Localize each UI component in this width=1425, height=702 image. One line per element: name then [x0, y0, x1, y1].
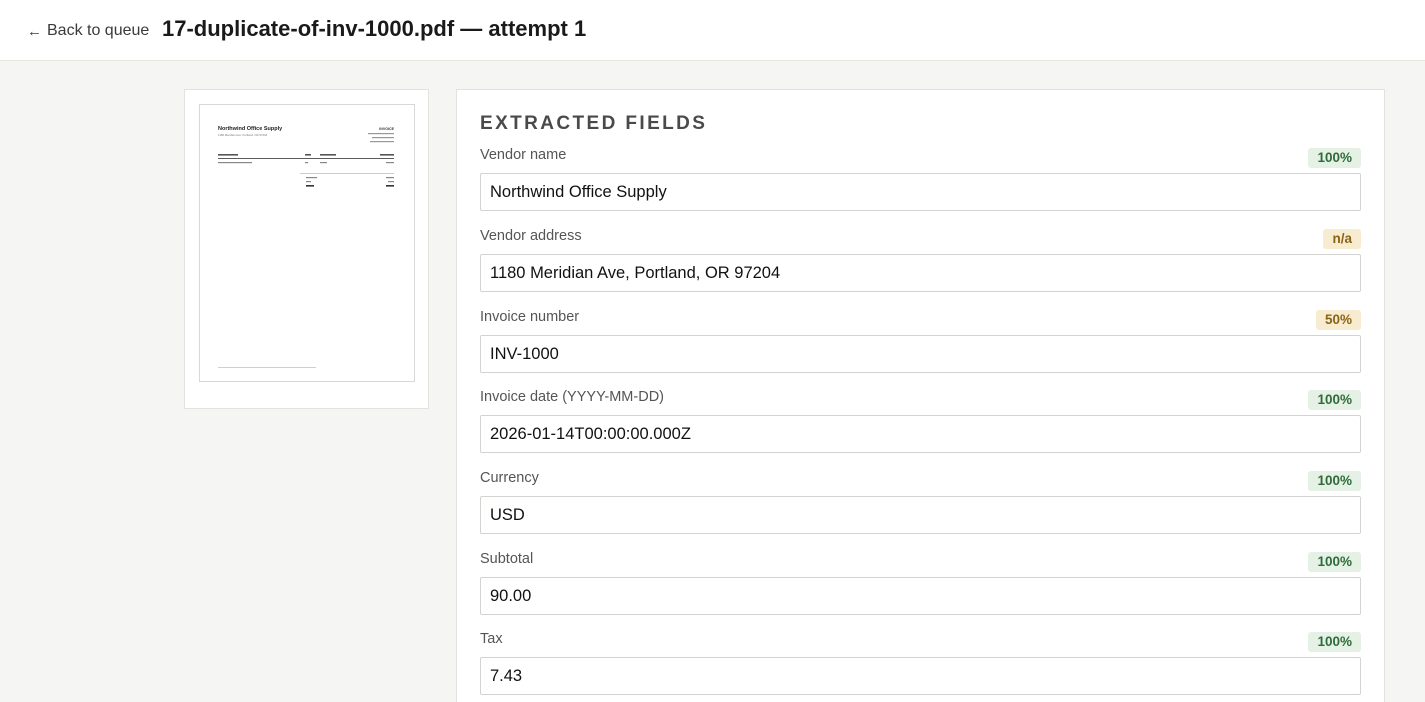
preview-meta-lines	[368, 133, 394, 143]
confidence-badge: 100%	[1308, 471, 1361, 491]
preview-address: 1180 Meridian Ave, Portland, OR 97204	[218, 133, 268, 137]
preview-vendor: Northwind Office Supply	[218, 126, 283, 132]
preview-footer-line	[218, 367, 316, 368]
arrow-left-icon: ←	[27, 22, 42, 40]
page-title: 17-duplicate-of-inv-1000.pdf — attempt 1	[162, 16, 587, 41]
back-to-queue-link[interactable]: ← Back to queue	[27, 22, 149, 40]
preview-totals	[306, 177, 394, 187]
vendor-address-input[interactable]	[480, 254, 1361, 292]
pdf-page-render: Northwind Office Supply 1180 Meridian Av…	[218, 126, 395, 368]
subtotal-input[interactable]	[480, 577, 1361, 615]
field-subtotal: Subtotal 100%	[480, 551, 1361, 615]
confidence-badge: n/a	[1323, 229, 1361, 249]
confidence-badge: 100%	[1308, 552, 1361, 572]
preview-table-rule	[218, 158, 394, 159]
back-to-queue-label: Back to queue	[47, 22, 150, 39]
confidence-badge: 50%	[1315, 310, 1361, 330]
confidence-badge: 100%	[1308, 632, 1361, 652]
field-label: Subtotal	[480, 551, 534, 567]
field-label: Invoice number	[480, 309, 580, 325]
field-invoice-number: Invoice number 50%	[480, 309, 1361, 373]
tax-input[interactable]	[480, 657, 1361, 695]
field-label: Vendor name	[480, 147, 567, 163]
pdf-page-thumbnail[interactable]: Northwind Office Supply 1180 Meridian Av…	[199, 104, 415, 382]
field-label: Vendor address	[480, 228, 582, 244]
field-currency: Currency 100%	[480, 470, 1361, 534]
document-preview-card: Northwind Office Supply 1180 Meridian Av…	[184, 89, 429, 409]
invoice-date-input[interactable]	[480, 415, 1361, 453]
field-label: Tax	[480, 631, 503, 647]
field-tax: Tax 100%	[480, 631, 1361, 695]
currency-input[interactable]	[480, 496, 1361, 534]
section-title: EXTRACTED FIELDS	[480, 113, 708, 134]
field-vendor-address: Vendor address n/a	[480, 228, 1361, 292]
field-label: Invoice date (YYYY-MM-DD)	[480, 389, 664, 405]
field-vendor-name: Vendor name 100%	[480, 147, 1361, 211]
field-label: Currency	[480, 470, 539, 486]
field-invoice-date: Invoice date (YYYY-MM-DD) 100%	[480, 389, 1361, 453]
top-bar: ← Back to queue 17-duplicate-of-inv-1000…	[0, 0, 1425, 61]
extracted-fields-panel: EXTRACTED FIELDS Vendor name 100% Vendor…	[456, 89, 1385, 702]
preview-totals-rule	[300, 173, 394, 174]
preview-table-row	[218, 162, 394, 164]
invoice-number-input[interactable]	[480, 335, 1361, 373]
confidence-badge: 100%	[1308, 390, 1361, 410]
preview-doc-label: INVOICE	[379, 127, 394, 131]
preview-table-header	[218, 154, 394, 156]
confidence-badge: 100%	[1308, 148, 1361, 168]
vendor-name-input[interactable]	[480, 173, 1361, 211]
